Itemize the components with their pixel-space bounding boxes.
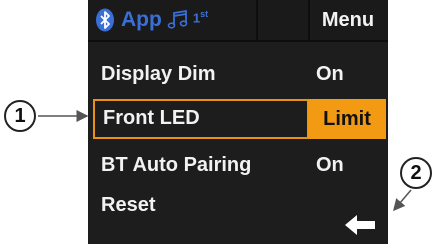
back-arrow-icon[interactable] — [343, 212, 377, 238]
menu-item-value: On — [316, 63, 344, 85]
front-led-value-selected[interactable]: Limit — [308, 99, 386, 139]
menu-item-label: Front LED — [103, 107, 200, 129]
position-indicator: 1st — [193, 9, 208, 25]
callout-2: 2 — [400, 157, 432, 189]
source-indicator: App 1st — [88, 0, 258, 40]
callout-2-leader — [393, 189, 412, 212]
menu-item-label: BT Auto Pairing — [101, 154, 252, 176]
music-note-icon — [167, 9, 188, 29]
menu-item-label: Reset — [101, 194, 156, 216]
menu-item-bt-auto-pairing[interactable]: BT Auto Pairing On — [88, 146, 388, 186]
callout-1: 1 — [4, 100, 36, 132]
menu-button-label: Menu — [321, 8, 375, 31]
menu-item-front-led[interactable]: Front LED — [93, 99, 309, 139]
menu-item-value: On — [316, 154, 344, 176]
position-suffix: st — [200, 8, 209, 19]
status-bar: App 1st Menu — [88, 0, 388, 42]
menu-item-display-dim[interactable]: Display Dim On — [88, 55, 388, 95]
device-screen: App 1st Menu Display Dim On Front LED Li… — [88, 0, 388, 244]
menu-button[interactable]: Menu — [308, 0, 388, 40]
manual-illustration: App 1st Menu Display Dim On Front LED Li… — [0, 0, 438, 244]
menu-item-label: Display Dim — [101, 63, 216, 85]
menu-item-value: Limit — [323, 107, 371, 130]
app-source-label: App — [121, 8, 162, 31]
position-number: 1 — [192, 10, 201, 26]
status-spacer — [258, 0, 310, 40]
callout-1-number: 1 — [14, 104, 26, 127]
bluetooth-icon — [96, 8, 114, 32]
callout-2-number: 2 — [410, 161, 422, 184]
